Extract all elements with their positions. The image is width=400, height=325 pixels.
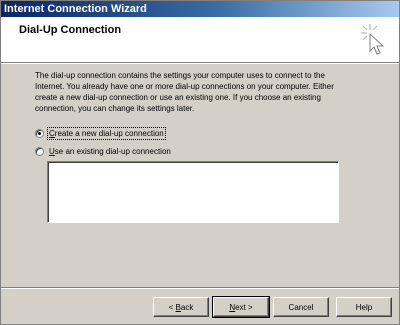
button-separator [1,287,399,289]
header-title: Dial-Up Connection [19,24,122,36]
create-new-label[interactable]: Create a new dial-up connection [47,126,166,140]
back-button-label: < Back [168,302,194,312]
help-button[interactable]: Help [336,297,392,317]
use-existing-label[interactable]: Use an existing dial-up connection [49,147,171,156]
existing-connections-list[interactable] [47,161,339,223]
wizard-window: Internet Connection Wizard Dial-Up Conne… [0,0,400,325]
wizard-header: Dial-Up Connection [1,17,399,63]
window-title: Internet Connection Wizard [4,3,147,15]
option-create-new[interactable]: Create a new dial-up connection [35,126,166,140]
wizard-content: The dial-up connection contains the sett… [1,64,399,284]
cancel-button-label: Cancel [288,302,314,312]
next-button-label: Next > [229,302,253,312]
wizard-wand-icon [361,24,385,55]
back-button[interactable]: < Back [153,297,209,317]
option-use-existing[interactable]: Use an existing dial-up connection [35,145,171,157]
cancel-button[interactable]: Cancel [273,297,329,317]
window-titlebar[interactable]: Internet Connection Wizard [1,1,399,17]
description-text: The dial-up connection contains the sett… [35,71,334,113]
help-button-label: Help [355,302,373,312]
create-new-radio[interactable] [35,128,44,138]
use-existing-radio[interactable] [35,146,44,156]
next-button[interactable]: Next > [212,296,270,318]
